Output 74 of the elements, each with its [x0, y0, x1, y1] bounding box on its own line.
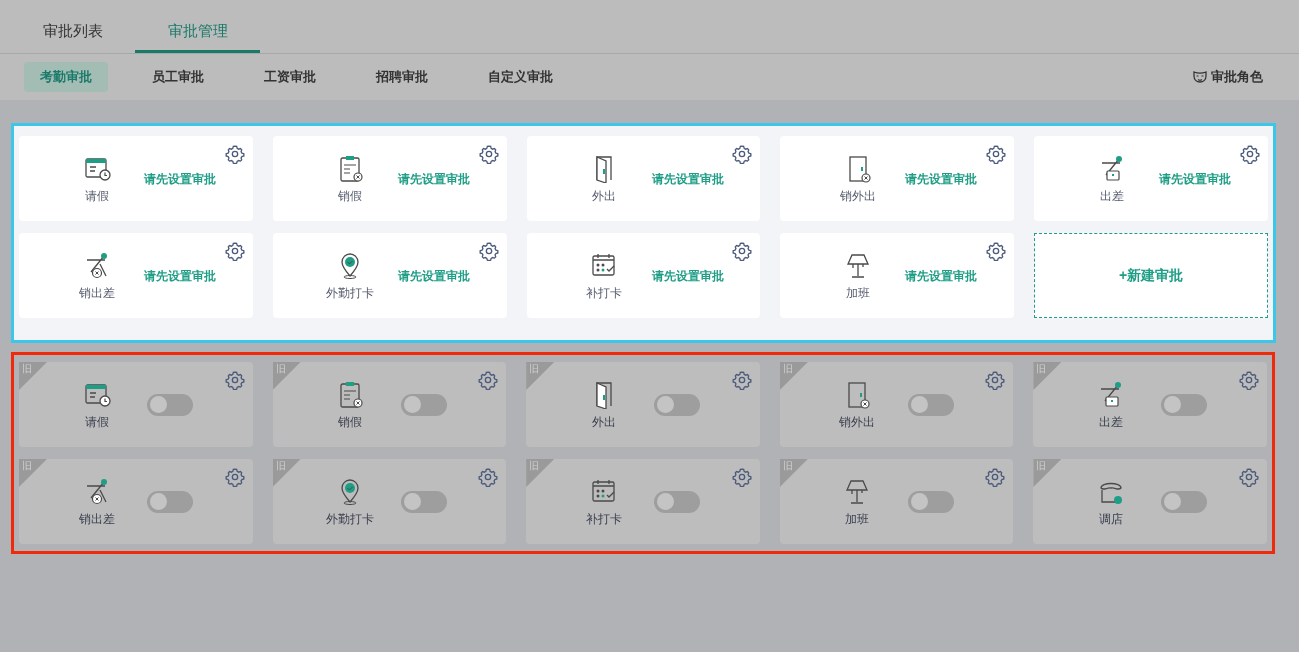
approval-card[interactable]: 外出 请先设置审批 — [526, 136, 761, 221]
approval-card[interactable]: 出差 请先设置审批 — [1034, 136, 1268, 221]
toggle-switch[interactable] — [654, 393, 701, 416]
approval-name: 外出 — [591, 413, 616, 431]
settings-icon[interactable] — [732, 241, 753, 261]
approval-name: 销出差 — [78, 284, 115, 302]
subtab[interactable]: 员工审批 — [136, 62, 220, 92]
approval-card[interactable]: 请假 请先设置审批 — [19, 136, 253, 221]
settings-icon[interactable] — [224, 467, 245, 487]
toggle-switch[interactable] — [147, 490, 193, 513]
toggle-switch[interactable] — [147, 393, 193, 416]
approval-card[interactable]: 外勤打卡 请先设置审批 — [272, 233, 507, 318]
settings-icon[interactable] — [731, 467, 752, 487]
toggle-switch[interactable] — [1161, 490, 1208, 513]
settings-icon[interactable] — [1239, 370, 1259, 390]
approval-card[interactable]: 补打卡 请先设置审批 — [526, 233, 761, 318]
subtab[interactable]: 招聘审批 — [360, 62, 444, 92]
setup-prompt[interactable]: 请先设置审批 — [905, 169, 978, 188]
toggle-switch[interactable] — [654, 490, 701, 513]
approval-card[interactable]: 加班 请先设置审批 — [780, 233, 1015, 318]
toggle-switch[interactable] — [400, 393, 447, 416]
setup-prompt[interactable]: 请先设置审批 — [651, 266, 724, 285]
toggle-switch[interactable] — [907, 393, 954, 416]
toggle-switch[interactable] — [907, 490, 954, 513]
approval-name: 出差 — [1098, 413, 1123, 431]
approval-name: 补打卡 — [585, 510, 622, 528]
settings-icon[interactable] — [478, 467, 499, 487]
settings-icon[interactable] — [985, 370, 1006, 390]
tab[interactable]: 审批列表 — [10, 0, 135, 53]
settings-icon[interactable] — [986, 241, 1007, 261]
approval-card[interactable]: 销出差 请先设置审批 — [19, 233, 253, 318]
setup-prompt[interactable]: 请先设置审批 — [1159, 169, 1232, 188]
settings-icon[interactable] — [478, 370, 499, 390]
settings-icon[interactable] — [732, 144, 753, 164]
approval-name: 销假 — [338, 413, 363, 431]
settings-icon[interactable] — [1240, 144, 1260, 164]
approval-name: 补打卡 — [586, 284, 623, 302]
toggle-switch[interactable] — [1161, 393, 1208, 416]
subtab[interactable]: 自定义审批 — [472, 62, 569, 92]
settings-icon[interactable] — [985, 467, 1006, 487]
subtab[interactable]: 工资审批 — [248, 62, 332, 92]
approval-name: 出差 — [1099, 187, 1124, 205]
settings-icon[interactable] — [224, 144, 245, 164]
approval-name: 外勤打卡 — [326, 510, 375, 528]
setup-prompt[interactable]: 请先设置审批 — [651, 169, 724, 188]
new-approval-button[interactable]: +新建审批 — [1034, 233, 1268, 318]
approval-name: 加班 — [845, 510, 870, 528]
setup-prompt[interactable]: 请先设置审批 — [144, 266, 216, 285]
setup-prompt[interactable]: 请先设置审批 — [397, 266, 470, 285]
approval-name: 请假 — [84, 413, 109, 431]
role-button[interactable]: 审批角色 — [1193, 67, 1263, 87]
settings-icon[interactable] — [478, 144, 499, 164]
approval-name: 销出差 — [78, 510, 115, 528]
approval-card[interactable]: 销假 请先设置审批 — [272, 136, 507, 221]
settings-icon[interactable] — [986, 144, 1007, 164]
approval-name: 外勤打卡 — [326, 284, 375, 302]
mask-icon — [1193, 71, 1207, 83]
approval-card[interactable]: 销外出 请先设置审批 — [780, 136, 1015, 221]
setup-prompt[interactable]: 请先设置审批 — [144, 169, 216, 188]
settings-icon[interactable] — [1239, 467, 1259, 487]
setup-prompt[interactable]: 请先设置审批 — [905, 266, 978, 285]
settings-icon[interactable] — [224, 370, 245, 390]
approval-name: 销外出 — [839, 413, 876, 431]
approval-name: 加班 — [845, 284, 870, 302]
approval-name: 调店 — [1098, 510, 1123, 528]
settings-icon[interactable] — [224, 241, 245, 261]
approval-name: 外出 — [592, 187, 617, 205]
approval-name: 请假 — [84, 187, 109, 205]
settings-icon[interactable] — [478, 241, 499, 261]
setup-prompt[interactable]: 请先设置审批 — [397, 169, 470, 188]
approval-name: 销假 — [338, 187, 363, 205]
settings-icon[interactable] — [731, 370, 752, 390]
approval-name: 销外出 — [839, 187, 876, 205]
toggle-switch[interactable] — [400, 490, 447, 513]
